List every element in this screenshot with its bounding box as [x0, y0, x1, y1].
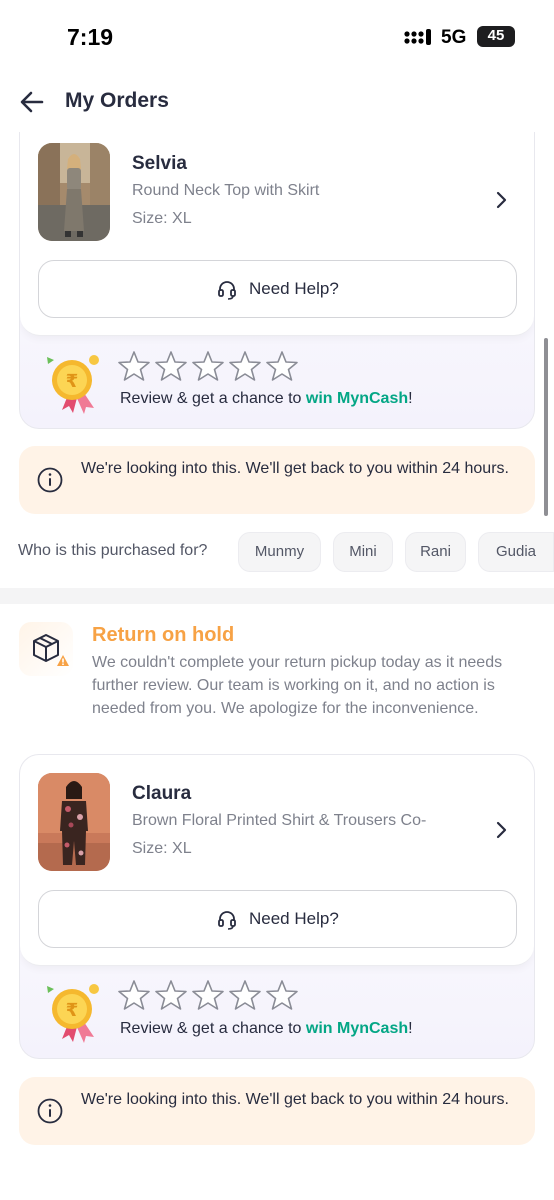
- return-status-title: Return on hold: [92, 624, 235, 646]
- review-prompt: Review & get a chance to win MynCash!: [120, 390, 413, 408]
- star-icon[interactable]: [266, 979, 298, 1011]
- need-help-label: Need Help?: [249, 279, 339, 298]
- product-image-2[interactable]: [38, 773, 110, 871]
- svg-text:₹: ₹: [66, 371, 79, 392]
- battery-percent: 45: [487, 27, 505, 44]
- chevron-right-icon[interactable]: [492, 191, 510, 209]
- product-image[interactable]: [38, 143, 110, 241]
- product-brand: Selvia: [132, 153, 187, 174]
- product-summary-2[interactable]: Claura Brown Floral Printed Shirt & Trou…: [20, 755, 534, 966]
- network-type: 5G: [441, 27, 467, 48]
- chip-mini[interactable]: Mini: [333, 532, 393, 572]
- need-help-button[interactable]: Need Help?: [38, 260, 517, 318]
- return-status-description: We couldn't complete your return pickup …: [92, 654, 503, 717]
- chip-rani[interactable]: Rani: [405, 532, 466, 572]
- need-help-label-2: Need Help?: [249, 909, 339, 928]
- section-divider: [0, 588, 554, 604]
- product-size-2: Size: XL: [132, 840, 192, 857]
- coin-medal-icon: ₹: [47, 355, 99, 414]
- product-size: Size: XL: [132, 210, 192, 227]
- info-text-2: We're looking into this. We'll get back …: [81, 1091, 509, 1108]
- product-name: Round Neck Top with Skirt: [132, 182, 320, 199]
- star-icon[interactable]: [118, 979, 150, 1011]
- product-name-2: Brown Floral Printed Shirt & Trousers Co…: [132, 812, 427, 829]
- star-icon[interactable]: [229, 979, 261, 1011]
- order-card-2: Claura Brown Floral Printed Shirt & Trou…: [19, 754, 535, 1059]
- product-brand-2: Claura: [132, 783, 192, 804]
- coin-medal-icon: ₹: [47, 984, 99, 1043]
- info-icon: [37, 1098, 63, 1124]
- headset-icon: [218, 911, 236, 930]
- status-bar: 7:19 5G 45: [0, 0, 554, 70]
- review-suffix: !: [408, 1020, 413, 1037]
- star-icon[interactable]: [192, 350, 224, 382]
- scrollbar-thumb[interactable]: [544, 338, 548, 516]
- star-icon[interactable]: [118, 350, 150, 382]
- order-card: Selvia Round Neck Top with Skirt Size: X…: [19, 105, 535, 429]
- win-myncash-link[interactable]: win MynCash: [306, 1020, 408, 1037]
- need-help-button-2[interactable]: Need Help?: [38, 890, 517, 948]
- info-banner: We're looking into this. We'll get back …: [19, 446, 535, 514]
- return-status-icon: [19, 622, 73, 676]
- package-warning-icon: [33, 634, 69, 666]
- signal-icon: [404, 29, 431, 45]
- win-myncash-link[interactable]: win MynCash: [306, 390, 408, 407]
- info-text: We're looking into this. We'll get back …: [81, 460, 509, 477]
- review-prefix: Review & get a chance to: [120, 390, 306, 407]
- product-summary[interactable]: Selvia Round Neck Top with Skirt Size: X…: [20, 106, 534, 336]
- purchased-for-label: Who is this purchased for?: [18, 542, 208, 559]
- chevron-right-icon[interactable]: [492, 821, 510, 839]
- review-suffix: !: [408, 390, 413, 407]
- page-title-text: My Orders: [65, 89, 169, 112]
- rating-stars-2[interactable]: [118, 979, 298, 1013]
- star-icon[interactable]: [229, 350, 261, 382]
- info-icon: [37, 467, 63, 493]
- svg-text:₹: ₹: [66, 1000, 79, 1021]
- star-icon[interactable]: [155, 350, 187, 382]
- review-prompt-2: Review & get a chance to win MynCash!: [120, 1020, 413, 1038]
- review-prefix: Review & get a chance to: [120, 1020, 306, 1037]
- app-header-top: My Orders: [0, 70, 554, 132]
- info-banner-2: We're looking into this. We'll get back …: [19, 1077, 535, 1145]
- rating-stars[interactable]: [118, 350, 298, 384]
- back-arrow-icon[interactable]: [18, 88, 46, 116]
- status-time: 7:19: [67, 24, 114, 50]
- star-icon[interactable]: [192, 979, 224, 1011]
- star-icon[interactable]: [155, 979, 187, 1011]
- star-icon[interactable]: [266, 350, 298, 382]
- chip-gudia[interactable]: Gudia: [478, 532, 554, 572]
- headset-icon: [218, 281, 236, 300]
- chip-munmy[interactable]: Munmy: [238, 532, 321, 572]
